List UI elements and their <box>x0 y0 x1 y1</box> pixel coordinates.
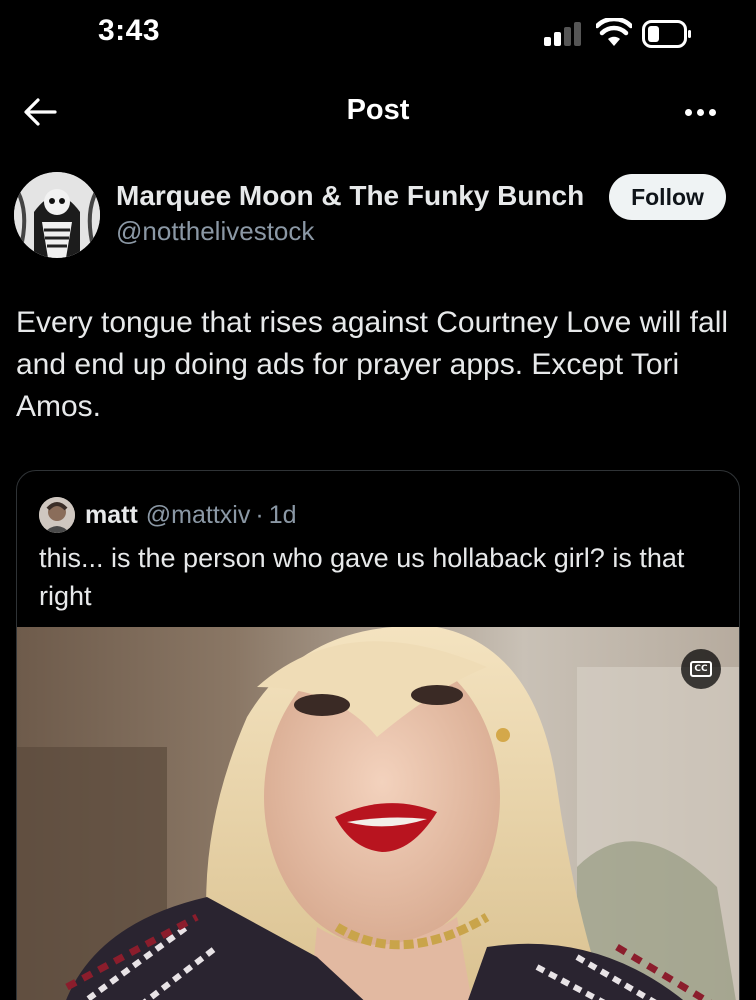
cc-icon: CC <box>690 661 712 677</box>
status-time: 3:43 <box>98 14 161 47</box>
more-options-button[interactable] <box>676 92 724 132</box>
quoted-separator: · <box>255 500 264 529</box>
wifi-icon <box>596 18 632 46</box>
quoted-author-handle: @mattxiv <box>145 500 251 529</box>
video-frame <box>17 627 739 1000</box>
post-author-row: Marquee Moon & The Funky Bunch @nottheli… <box>0 168 756 264</box>
battery-icon <box>642 20 691 48</box>
quoted-post-text: this... is the person who gave us hollab… <box>39 543 685 611</box>
author-handle[interactable]: @notthelivestock <box>116 216 314 247</box>
nav-bar: Post <box>0 72 756 150</box>
quoted-timestamp: 1d <box>268 500 297 529</box>
quoted-author-name: matt <box>85 500 138 529</box>
follow-button[interactable]: Follow <box>609 174 726 220</box>
author-avatar[interactable] <box>14 172 100 258</box>
post-text: Every tongue that rises against Courtney… <box>16 306 729 423</box>
author-display-name[interactable]: Marquee Moon & The Funky Bunch <box>116 180 584 212</box>
quoted-author-avatar <box>39 497 75 533</box>
status-bar: 3:43 <box>0 0 756 70</box>
quoted-video[interactable]: CC <box>17 627 739 1000</box>
more-horizontal-icon <box>684 108 692 116</box>
cellular-signal-icon <box>544 22 584 46</box>
quoted-post-header: matt @mattxiv · 1d <box>39 497 297 533</box>
page-title: Post <box>346 94 410 126</box>
quoted-post-card[interactable]: matt @mattxiv · 1d this... is the person… <box>16 470 740 1000</box>
closed-captions-button[interactable]: CC <box>681 649 721 689</box>
